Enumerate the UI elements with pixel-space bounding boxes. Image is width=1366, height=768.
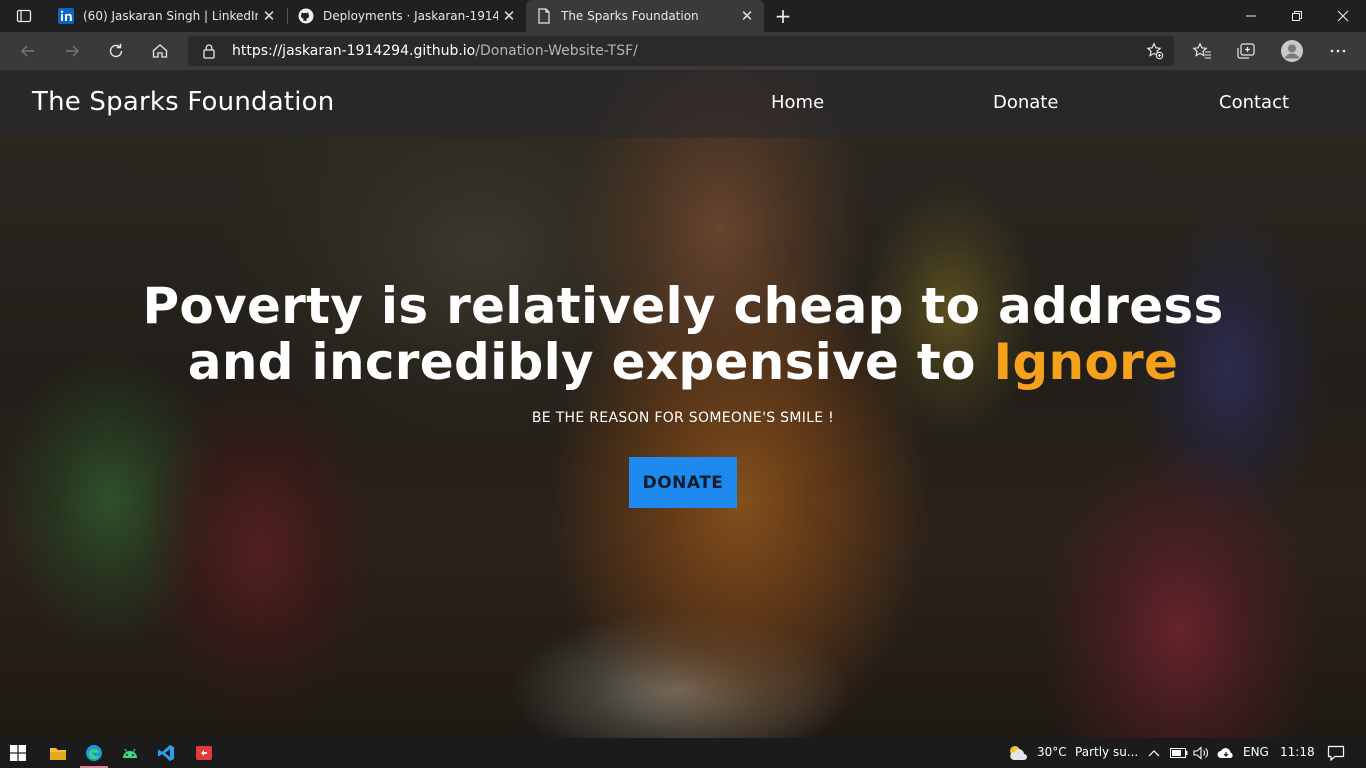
tab-sparks-foundation[interactable]: The Sparks Foundation ✕ bbox=[526, 0, 764, 32]
weather-description[interactable]: Partly su... bbox=[1075, 745, 1138, 759]
hero-headline-block: Poverty is relatively cheap to address a… bbox=[0, 278, 1366, 390]
profile-avatar[interactable] bbox=[1278, 37, 1306, 65]
forward-icon[interactable] bbox=[56, 35, 88, 67]
url-path: /Donation-Website-TSF/ bbox=[475, 43, 638, 59]
restore-icon[interactable] bbox=[1274, 0, 1320, 32]
tab-linkedin[interactable]: (60) Jaskaran Singh | LinkedIn ✕ bbox=[48, 0, 286, 32]
file-explorer-icon[interactable] bbox=[40, 738, 76, 768]
tab-title: (60) Jaskaran Singh | LinkedIn bbox=[83, 9, 258, 23]
url-host: https://jaskaran-1914294.github.io bbox=[232, 43, 476, 59]
weather-icon[interactable] bbox=[1000, 738, 1036, 768]
tab-github[interactable]: Deployments · Jaskaran-1914294 ✕ bbox=[288, 0, 526, 32]
tab-title: The Sparks Foundation bbox=[561, 9, 699, 23]
vscode-icon[interactable] bbox=[148, 738, 184, 768]
more-menu-icon[interactable] bbox=[1324, 37, 1352, 65]
hero-section: The Sparks Foundation Home Donate Contac… bbox=[0, 70, 1366, 738]
hero-tagline: BE THE REASON FOR SOMEONE'S SMILE ! bbox=[531, 410, 835, 426]
battery-icon[interactable] bbox=[1168, 738, 1190, 768]
headline-accent-word: Ignore bbox=[993, 333, 1179, 391]
collections-icon[interactable] bbox=[1232, 37, 1260, 65]
linkedin-icon bbox=[58, 8, 74, 24]
windows-taskbar: 30°C Partly su... ENG 11:18 bbox=[0, 738, 1366, 768]
github-icon bbox=[298, 8, 314, 24]
hero-headline: Poverty is relatively cheap to address a… bbox=[0, 278, 1366, 390]
tab-strip: (60) Jaskaran Singh | LinkedIn ✕ Deploym… bbox=[0, 0, 1366, 32]
tab-title: Deployments · Jaskaran-1914294 bbox=[323, 9, 498, 23]
home-icon[interactable] bbox=[144, 35, 176, 67]
url-text: https://jaskaran-1914294.github.io/Donat… bbox=[232, 43, 638, 59]
new-tab-icon[interactable]: + bbox=[770, 4, 796, 28]
browser-toolbar: https://jaskaran-1914294.github.io/Donat… bbox=[0, 32, 1366, 70]
volume-icon[interactable] bbox=[1191, 738, 1213, 768]
nav-link-contact[interactable]: Contact bbox=[1219, 92, 1289, 113]
address-bar[interactable]: https://jaskaran-1914294.github.io/Donat… bbox=[188, 36, 1174, 66]
back-icon[interactable] bbox=[12, 35, 44, 67]
notifications-icon[interactable] bbox=[1318, 738, 1354, 768]
site-brand[interactable]: The Sparks Foundation bbox=[32, 87, 334, 117]
language-indicator[interactable]: ENG bbox=[1243, 745, 1269, 759]
nav-link-donate[interactable]: Donate bbox=[993, 92, 1058, 113]
close-tab-icon[interactable]: ✕ bbox=[498, 5, 520, 27]
favorites-icon[interactable] bbox=[1188, 37, 1216, 65]
clock-time[interactable]: 11:18 bbox=[1280, 745, 1315, 759]
lock-icon[interactable] bbox=[202, 43, 216, 63]
site-navbar: The Sparks Foundation Home Donate Contac… bbox=[0, 70, 1366, 138]
page-icon bbox=[536, 8, 552, 24]
minimize-icon[interactable] bbox=[1228, 0, 1274, 32]
donate-button[interactable]: DONATE bbox=[629, 457, 737, 508]
headline-line-1: Poverty is relatively cheap to address bbox=[142, 277, 1224, 335]
android-studio-icon[interactable] bbox=[112, 738, 148, 768]
close-tab-icon[interactable]: ✕ bbox=[258, 5, 280, 27]
headline-line-2: and incredibly expensive to bbox=[187, 333, 994, 391]
close-window-icon[interactable] bbox=[1320, 0, 1366, 32]
close-tab-icon[interactable]: ✕ bbox=[736, 5, 758, 27]
hero-background-image bbox=[0, 70, 1366, 738]
weather-temperature[interactable]: 30°C bbox=[1037, 745, 1067, 759]
edge-icon[interactable] bbox=[76, 738, 112, 768]
screen-recorder-icon[interactable] bbox=[186, 738, 222, 768]
chevron-up-icon[interactable] bbox=[1143, 738, 1165, 768]
tab-actions-icon[interactable] bbox=[8, 4, 40, 28]
add-favorite-icon[interactable] bbox=[1146, 42, 1164, 64]
refresh-icon[interactable] bbox=[100, 35, 132, 67]
nav-link-home[interactable]: Home bbox=[771, 92, 824, 113]
start-icon[interactable] bbox=[0, 738, 36, 768]
onedrive-icon[interactable] bbox=[1214, 738, 1238, 768]
